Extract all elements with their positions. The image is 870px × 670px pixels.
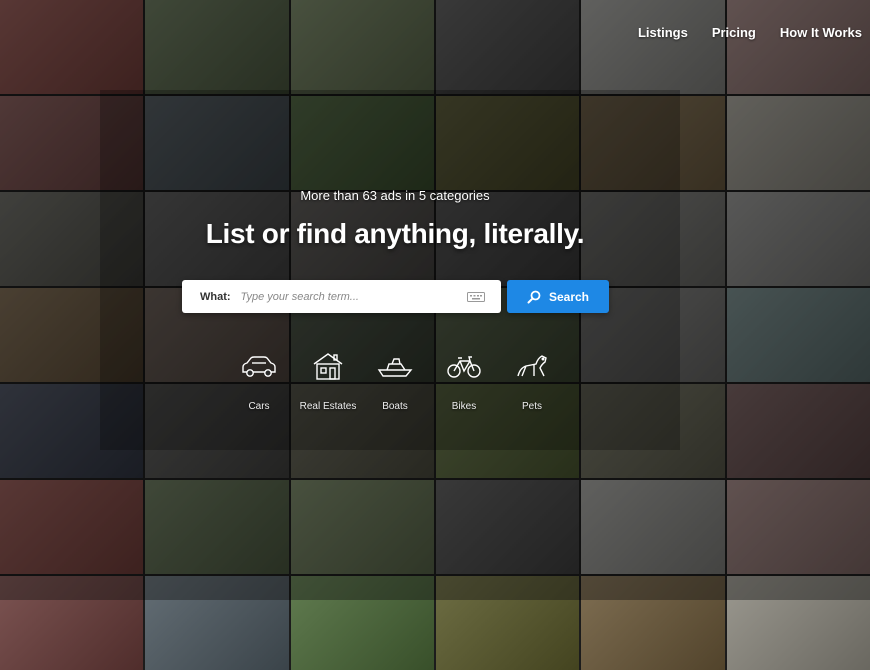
hero-headline: List or find anything, literally. [205, 218, 585, 249]
search-box: What: [182, 280, 501, 313]
nav-how-it-works[interactable]: How It Works [780, 25, 862, 40]
category-bikes[interactable]: Bikes [429, 350, 499, 412]
category-label: Cars [248, 401, 270, 412]
bicycle-icon [447, 356, 481, 378]
category-label: Boats [382, 401, 408, 412]
search-button[interactable]: Search [507, 280, 609, 313]
category-label: Real Estates [299, 401, 357, 412]
car-icon [242, 356, 276, 377]
category-label: Pets [521, 401, 542, 412]
hero-subtitle: More than 63 ads in 5 categories [300, 188, 490, 203]
search-icon [527, 290, 541, 303]
category-pets[interactable]: Pets [497, 350, 567, 412]
category-real-estates[interactable]: Real Estates [293, 350, 363, 412]
category-list: Cars Real Estates Boats Bikes Pets [0, 350, 870, 430]
boat-icon [377, 358, 413, 377]
nav-pricing[interactable]: Pricing [712, 25, 756, 40]
category-cars[interactable]: Cars [224, 350, 294, 412]
search-input[interactable] [238, 289, 463, 304]
search-button-label: Search [548, 289, 590, 304]
category-label: Bikes [451, 401, 477, 412]
nav-listings[interactable]: Listings [638, 25, 688, 40]
keyboard-icon[interactable] [466, 291, 485, 302]
search-label: What: [200, 290, 231, 303]
category-boats[interactable]: Boats [360, 350, 430, 412]
dog-icon [517, 355, 547, 377]
top-nav: Listings Pricing How It Works [638, 25, 862, 40]
house-icon [313, 353, 343, 380]
